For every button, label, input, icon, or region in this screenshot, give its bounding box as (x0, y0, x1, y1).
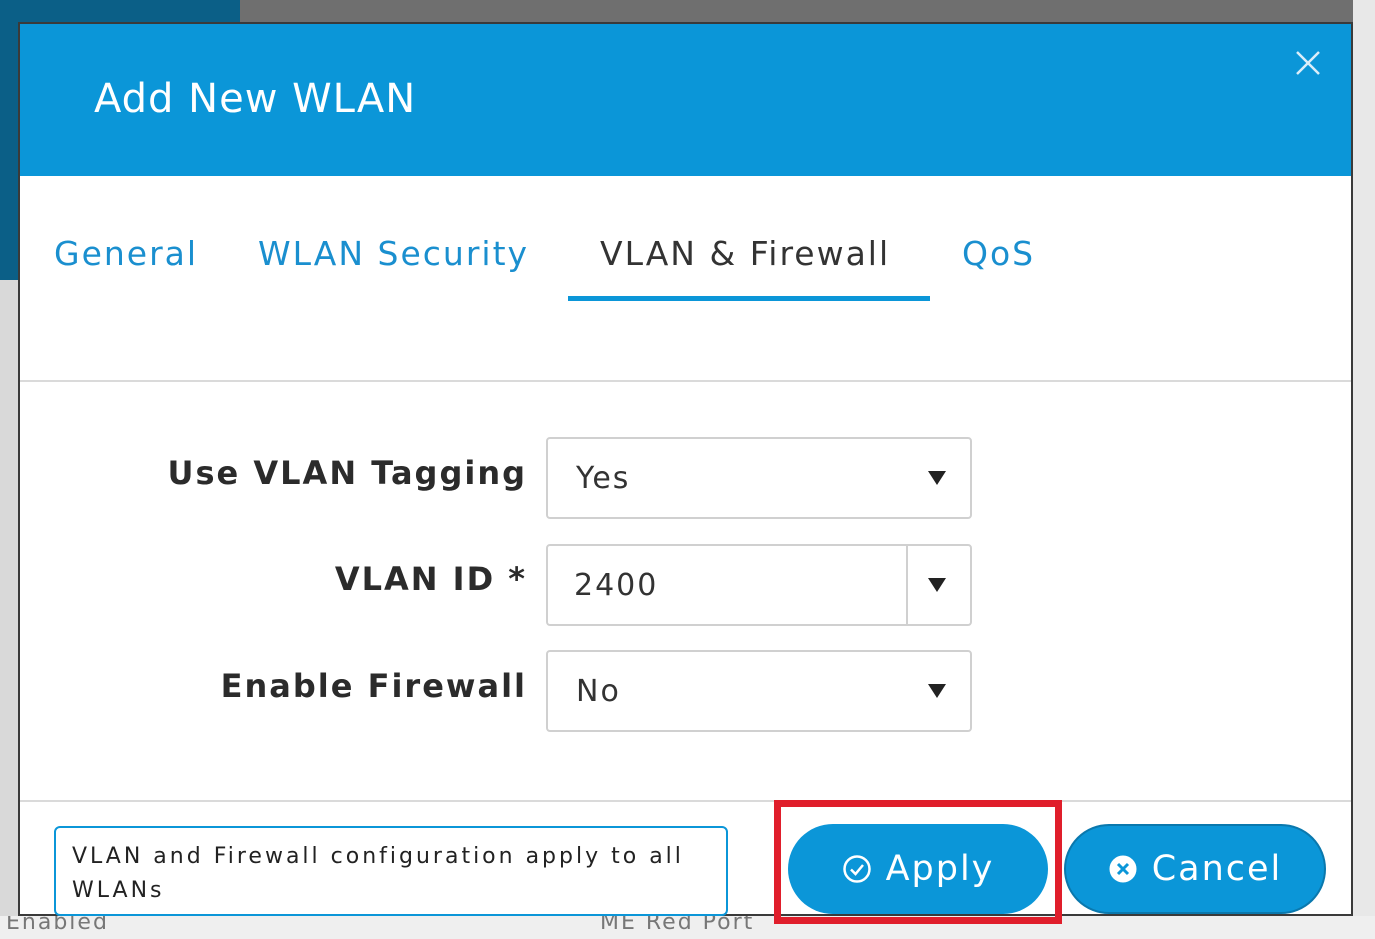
background-text: ME Red Port (600, 916, 755, 935)
select-value: Yes (576, 461, 631, 496)
background-app-bottom: Enabled ME Red Port (0, 916, 1375, 939)
tab-general[interactable]: General (54, 234, 198, 273)
check-circle-icon (842, 854, 872, 884)
select-value: No (576, 674, 621, 709)
close-icon[interactable] (1291, 46, 1325, 80)
tab-wlan-security[interactable]: WLAN Security (258, 234, 529, 273)
vlan-id-label: VLAN ID * (334, 560, 527, 598)
dialog-header: Add New WLAN (20, 24, 1351, 176)
vlan-id-value[interactable]: 2400 (574, 568, 658, 603)
caret-down-icon[interactable] (928, 578, 946, 592)
cancel-label: Cancel (1151, 849, 1283, 889)
info-note: VLAN and Firewall configuration apply to… (54, 826, 728, 916)
combobox-divider (906, 546, 908, 624)
enable-firewall-label: Enable Firewall (220, 667, 527, 705)
add-new-wlan-dialog: Add New WLAN General WLAN Security VLAN … (18, 22, 1353, 924)
tab-qos[interactable]: QoS (962, 234, 1035, 273)
caret-down-icon (928, 471, 946, 485)
apply-button[interactable]: Apply (788, 824, 1048, 914)
x-circle-icon (1108, 854, 1138, 884)
apply-label: Apply (885, 849, 995, 889)
tab-bar: General WLAN Security VLAN & Firewall Qo… (20, 176, 1351, 382)
active-tab-indicator (568, 296, 930, 301)
background-app-right (1353, 0, 1375, 939)
vlan-id-combobox[interactable]: 2400 (546, 544, 972, 626)
background-app-top (0, 0, 240, 22)
use-vlan-tagging-select[interactable]: Yes (546, 437, 972, 519)
use-vlan-tagging-label: Use VLAN Tagging (167, 454, 527, 492)
dialog-footer: VLAN and Firewall configuration apply to… (20, 800, 1351, 924)
enable-firewall-select[interactable]: No (546, 650, 972, 732)
caret-down-icon (928, 684, 946, 698)
cancel-button[interactable]: Cancel (1064, 824, 1326, 914)
background-text: Enabled (6, 916, 109, 935)
background-app-left-header (0, 0, 18, 280)
dialog-title: Add New WLAN (94, 76, 417, 122)
tab-vlan-firewall[interactable]: VLAN & Firewall (600, 234, 890, 273)
